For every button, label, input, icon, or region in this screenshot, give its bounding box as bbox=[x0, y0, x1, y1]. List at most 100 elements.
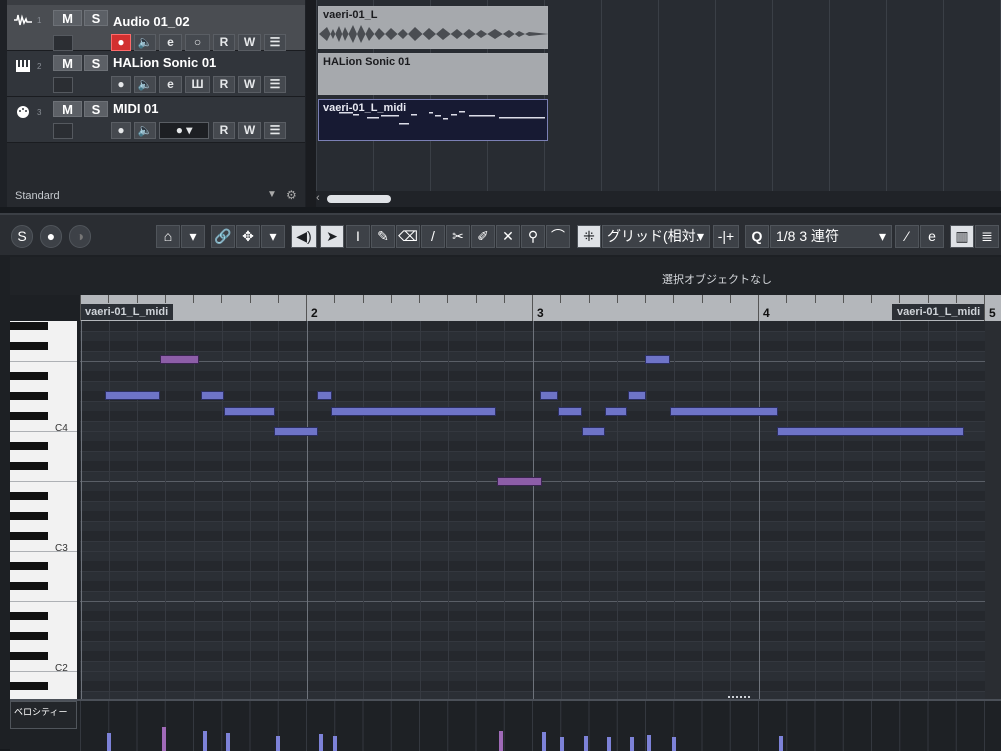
midi-note[interactable] bbox=[274, 427, 318, 436]
velocity-bar[interactable] bbox=[203, 731, 207, 751]
velocity-bar[interactable] bbox=[542, 732, 546, 751]
splitter[interactable] bbox=[306, 0, 316, 207]
mute-button[interactable]: M bbox=[53, 101, 82, 117]
velocity-bar[interactable] bbox=[499, 731, 503, 751]
track-audio[interactable]: 1 M S Audio 01_02 ● 🔈 e ○ R W ☰ bbox=[7, 5, 305, 51]
edit-channel-icon[interactable]: e bbox=[159, 76, 182, 93]
midi-note[interactable] bbox=[582, 427, 605, 436]
black-key[interactable] bbox=[10, 612, 48, 620]
instrument-editor-icon[interactable]: Ш bbox=[185, 76, 210, 93]
home-icon[interactable]: ⌂ bbox=[156, 225, 180, 248]
gear-icon[interactable]: ⚙ bbox=[286, 188, 297, 202]
record-enable-button[interactable]: ● bbox=[111, 34, 131, 51]
acoustic-feedback-speaker-icon[interactable]: ◀) bbox=[291, 225, 317, 248]
channel-settings-icon[interactable]: ☰ bbox=[264, 34, 286, 51]
midi-note[interactable] bbox=[540, 391, 558, 400]
midi-note[interactable] bbox=[331, 407, 496, 416]
velocity-bar[interactable] bbox=[162, 727, 166, 751]
velocity-bar[interactable] bbox=[630, 737, 634, 751]
track-midi[interactable]: 3 M S MIDI 01 ● 🔈 ● ▾ R W ☰ bbox=[7, 97, 305, 143]
iterative-quantize-icon[interactable]: ⁄ bbox=[895, 225, 919, 248]
track-color-swatch[interactable] bbox=[53, 123, 73, 139]
mute-button[interactable]: M bbox=[53, 10, 82, 26]
velocity-bar[interactable] bbox=[560, 737, 564, 751]
velocity-lane[interactable]: ベロシティー bbox=[10, 696, 1001, 751]
ruler[interactable]: vaeri-01_L_midi 2 3 4 vaeri-01_L_midi 5 bbox=[80, 295, 1001, 321]
piano-keyboard[interactable]: C4 C3 C2 bbox=[10, 321, 77, 699]
monitor-speaker-icon[interactable]: 🔈 bbox=[134, 34, 156, 51]
split-scissors-icon[interactable]: ✂ bbox=[446, 225, 470, 248]
black-key[interactable] bbox=[10, 462, 48, 470]
black-key[interactable] bbox=[10, 342, 48, 350]
velocity-bar[interactable] bbox=[647, 735, 651, 751]
channel-settings-icon[interactable]: ☰ bbox=[264, 122, 286, 139]
velocity-bar[interactable] bbox=[779, 736, 783, 751]
black-key[interactable] bbox=[10, 322, 48, 330]
range-selection-tool[interactable]: I bbox=[346, 225, 370, 248]
midi-note[interactable] bbox=[224, 407, 275, 416]
note-grid[interactable] bbox=[80, 321, 985, 699]
audio-clip[interactable]: vaeri-01_L bbox=[318, 6, 549, 49]
link-icon[interactable]: 🔗 bbox=[211, 225, 235, 248]
midi-note[interactable] bbox=[201, 391, 224, 400]
vertical-scrollbar[interactable] bbox=[985, 321, 1001, 699]
read-automation-button[interactable]: R bbox=[213, 34, 235, 51]
chevron-down-icon[interactable]: ▾ bbox=[181, 225, 205, 248]
color-scheme-icon[interactable]: ✥ bbox=[236, 225, 260, 248]
solo-editor-button[interactable]: S bbox=[11, 225, 33, 248]
track-instrument[interactable]: 2 M S HALion Sonic 01 ● 🔈 e Ш R W ☰ bbox=[7, 51, 305, 97]
midi-note[interactable] bbox=[777, 427, 964, 436]
velocity-area[interactable] bbox=[80, 701, 1001, 751]
read-automation-button[interactable]: R bbox=[213, 122, 235, 139]
black-key[interactable] bbox=[10, 682, 48, 690]
write-automation-button[interactable]: W bbox=[238, 76, 261, 93]
midi-clip[interactable]: vaeri-01_L_midi bbox=[318, 99, 548, 141]
track-name[interactable]: HALion Sonic 01 bbox=[113, 55, 216, 70]
erase-tool-icon[interactable]: ⌫ bbox=[396, 225, 420, 248]
midi-note[interactable] bbox=[317, 391, 332, 400]
black-key[interactable] bbox=[10, 512, 48, 520]
record-enable-button[interactable]: ● bbox=[111, 122, 131, 139]
track-color-swatch[interactable] bbox=[53, 77, 73, 93]
chevron-down-icon[interactable]: ▼ bbox=[267, 189, 277, 200]
chevron-left-icon[interactable]: ‹ bbox=[316, 192, 320, 204]
black-key[interactable] bbox=[10, 442, 48, 450]
midi-note[interactable] bbox=[105, 391, 160, 400]
black-key[interactable] bbox=[10, 562, 48, 570]
track-name[interactable]: Audio 01_02 bbox=[113, 14, 190, 29]
mute-button[interactable]: M bbox=[53, 55, 82, 71]
solo-button[interactable]: S bbox=[84, 55, 108, 71]
write-automation-button[interactable]: W bbox=[238, 122, 261, 139]
velocity-bar[interactable] bbox=[226, 733, 230, 751]
track-color-swatch[interactable] bbox=[53, 35, 73, 51]
black-key[interactable] bbox=[10, 652, 48, 660]
midi-note[interactable] bbox=[645, 355, 670, 364]
zoom-tool-magnifier-icon[interactable]: ⚲ bbox=[521, 225, 545, 248]
black-key[interactable] bbox=[10, 492, 48, 500]
velocity-bar[interactable] bbox=[276, 736, 280, 751]
lock-icon[interactable]: ○ bbox=[185, 34, 210, 51]
snap-toggle-icon[interactable]: ⁜ bbox=[577, 225, 601, 248]
draw-tool-pencil-icon[interactable]: ✎ bbox=[371, 225, 395, 248]
scroll-thumb[interactable] bbox=[327, 195, 391, 203]
track-name[interactable]: MIDI 01 bbox=[113, 101, 159, 116]
edit-channel-icon[interactable]: e bbox=[159, 34, 182, 51]
setup-window-layout-icon[interactable]: ≣ bbox=[975, 225, 999, 248]
velocity-lane-selector[interactable]: ベロシティー bbox=[10, 701, 77, 729]
instrument-clip[interactable]: HALion Sonic 01 bbox=[318, 53, 548, 95]
velocity-bar[interactable] bbox=[607, 737, 611, 751]
record-mode-button[interactable]: ● bbox=[40, 225, 62, 248]
auto-quantize-icon[interactable]: e bbox=[920, 225, 944, 248]
velocity-bar[interactable] bbox=[333, 736, 337, 751]
read-automation-button[interactable]: R bbox=[213, 76, 235, 93]
solo-button[interactable]: S bbox=[84, 101, 108, 117]
quantize-preset-dropdown[interactable]: 1/8 3 連符 ▾ bbox=[770, 225, 892, 248]
line-curve-tool-icon[interactable]: ⌒ bbox=[546, 225, 570, 248]
snap-type-dropdown[interactable]: グリッド(相対. ▾ bbox=[602, 225, 710, 248]
midi-note[interactable] bbox=[628, 391, 646, 400]
black-key[interactable] bbox=[10, 372, 48, 380]
object-selection-tool[interactable]: ➤ bbox=[320, 225, 344, 248]
snap-to-zero-icon[interactable]: -|+ bbox=[713, 225, 739, 248]
glue-tool-icon[interactable]: ✐ bbox=[471, 225, 495, 248]
window-layout-icon[interactable]: ▥ bbox=[950, 225, 974, 248]
